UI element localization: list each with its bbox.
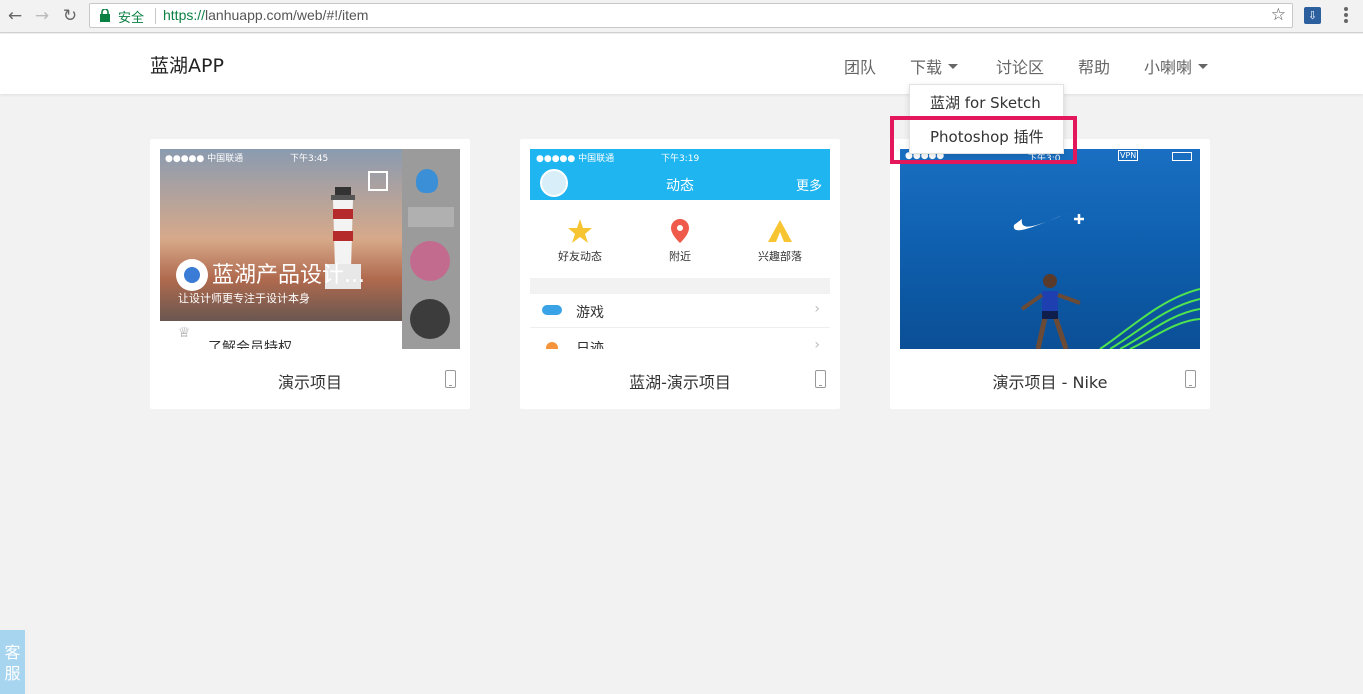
chevron-right-icon: ›: [814, 337, 820, 349]
lock-icon: [100, 9, 110, 22]
green-lines-decoration: [1099, 288, 1200, 349]
tent-icon: [768, 220, 792, 242]
friends-star-icon: [568, 219, 592, 243]
project-card[interactable]: ●●●●● 中国联通 下午3:19 动态 更多 好友动态 附近 兴趣部落 游戏 …: [520, 139, 840, 409]
divider: [155, 8, 156, 24]
screen-title: 动态: [666, 178, 694, 194]
caret-down-icon: [948, 64, 959, 69]
nike-swoosh-logo: [1013, 211, 1084, 231]
site-header: 蓝湖APP 团队 下载 讨论区 帮助 小喇喇: [0, 34, 1363, 94]
highlight-annotation: [890, 116, 1077, 164]
nav-help[interactable]: 帮助: [1078, 54, 1110, 78]
nav-user-menu[interactable]: 小喇喇: [1144, 54, 1209, 78]
reload-icon[interactable]: ↻: [59, 5, 81, 27]
crown-icon: ♕: [178, 325, 191, 341]
back-icon[interactable]: ←: [4, 5, 26, 27]
phone-icon: [1185, 370, 1196, 388]
list-item: 日迹 ›: [530, 330, 830, 349]
caret-down-icon: [1198, 64, 1209, 69]
quick-actions: 好友动态 附近 兴趣部落: [530, 200, 830, 278]
nav-forum[interactable]: 讨论区: [996, 54, 1044, 78]
bottom-strip: ♕ 了解会员特权: [160, 321, 402, 349]
menu-list: 游戏 › 日迹 ›: [530, 294, 830, 349]
project-card[interactable]: ●●●●● 下午3:0 VPN 演示项目 - Nike: [890, 139, 1210, 409]
gamepad-icon: [542, 305, 562, 315]
brand-logo[interactable]: 蓝湖APP: [150, 51, 224, 78]
app-logo-icon: [176, 259, 208, 291]
qr-code-icon: [368, 171, 388, 191]
bookmark-star-icon[interactable]: ☆: [1271, 5, 1286, 25]
secure-label: 安全: [118, 10, 145, 25]
project-thumbnail: ●●●●● 中国联通 下午3:45 蓝湖产品设计... 让设计师更专注于设计本身…: [160, 149, 460, 349]
overlay-title: 蓝湖产品设计...: [212, 263, 365, 288]
runner-image: [1020, 274, 1081, 349]
nav-download[interactable]: 下载: [910, 54, 959, 78]
customer-service-tab[interactable]: 客 服: [0, 630, 25, 694]
address-bar[interactable]: 安全 https://lanhuapp.com/web/#!/item ☆: [89, 3, 1293, 28]
forward-icon[interactable]: →: [31, 5, 53, 27]
project-card[interactable]: ●●●●● 中国联通 下午3:45 蓝湖产品设计... 让设计师更专注于设计本身…: [150, 139, 470, 409]
location-pin-icon: [671, 219, 689, 243]
menu-item-sketch[interactable]: 蓝湖 for Sketch: [930, 92, 1041, 113]
card-title[interactable]: 演示项目 - Nike: [890, 369, 1210, 393]
project-thumbnail: ●●●●● 中国联通 下午3:19 动态 更多 好友动态 附近 兴趣部落 游戏 …: [530, 149, 830, 349]
more-link: 更多: [795, 179, 822, 194]
phone-icon: [445, 370, 456, 388]
project-thumbnail: ●●●●● 下午3:0 VPN: [900, 149, 1200, 349]
browser-menu-icon[interactable]: [1336, 6, 1356, 26]
app-top-bar: ●●●●● 中国联通 下午3:19 动态 更多: [530, 149, 830, 200]
browser-toolbar: ← → ↻ 安全 https://lanhuapp.com/web/#!/ite…: [0, 0, 1363, 33]
card-title[interactable]: 演示项目: [150, 369, 470, 393]
side-panel: [402, 149, 460, 349]
phone-icon: [815, 370, 826, 388]
nav-team[interactable]: 团队: [844, 54, 876, 78]
url-text[interactable]: https://lanhuapp.com/web/#!/item: [163, 7, 368, 23]
download-extension-icon[interactable]: ⇩: [1304, 7, 1321, 24]
list-item: 游戏 ›: [530, 294, 830, 328]
card-title[interactable]: 蓝湖-演示项目: [520, 369, 840, 393]
sun-icon: [546, 342, 558, 349]
overlay-subtitle: 让设计师更专注于设计本身: [178, 292, 310, 305]
chevron-right-icon: ›: [814, 301, 820, 317]
